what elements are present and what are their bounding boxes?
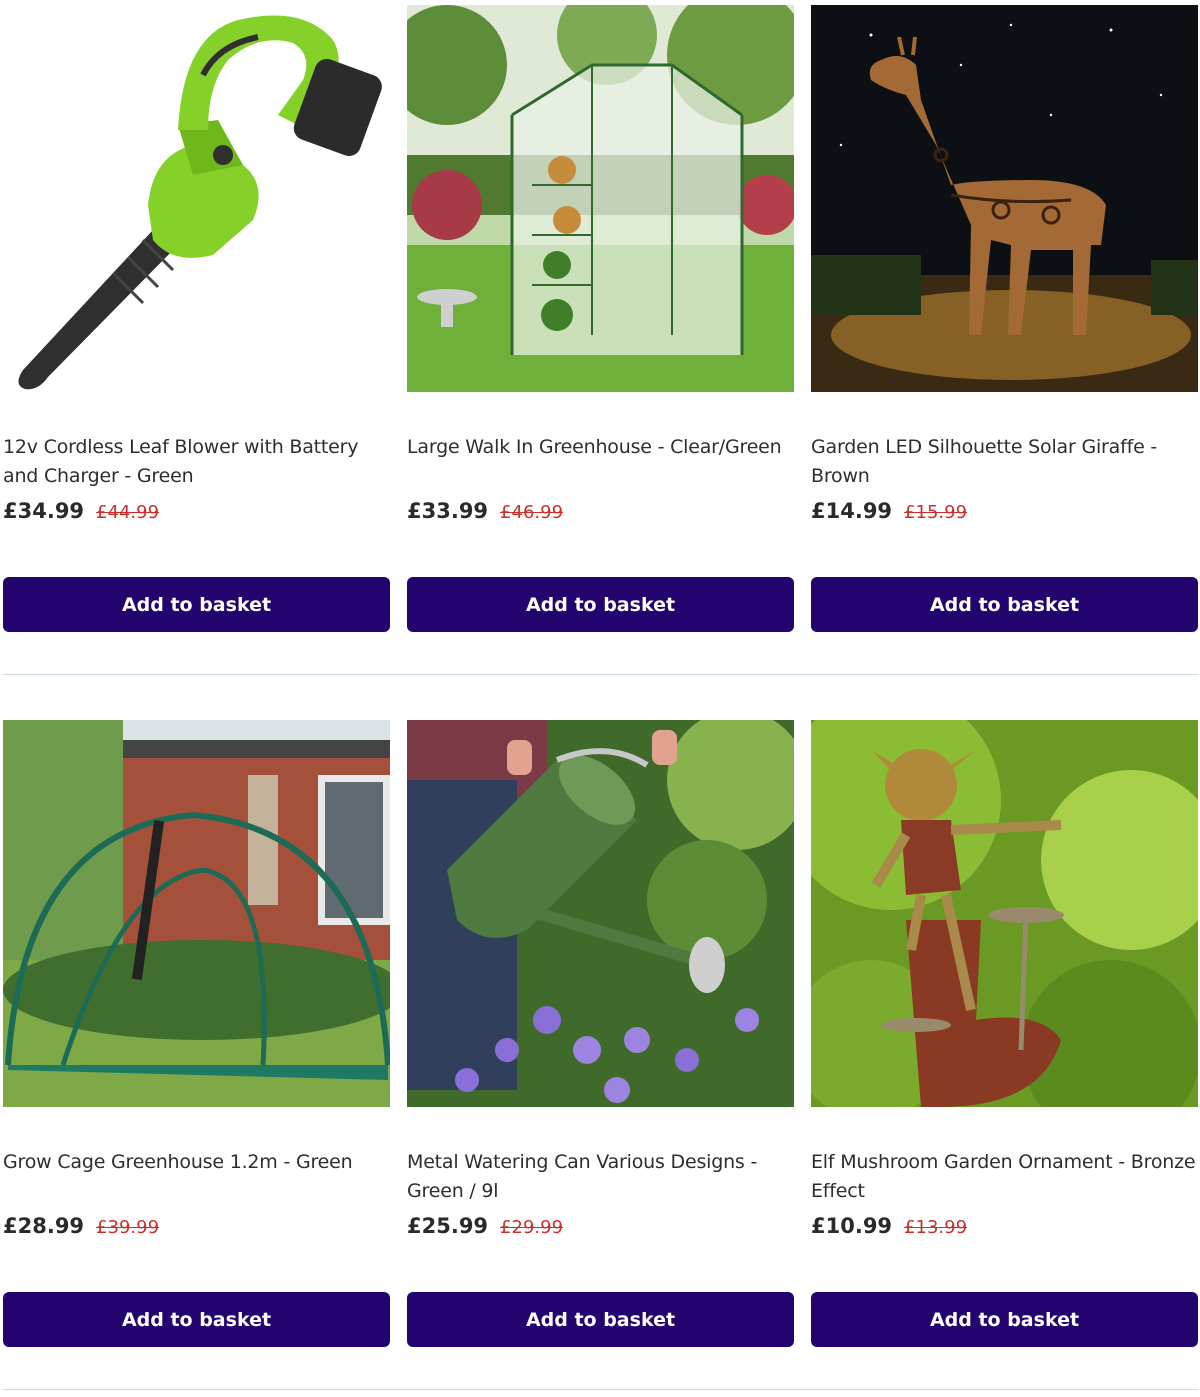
product-image-leaf-blower[interactable] [3, 5, 390, 392]
product-image-watering-can[interactable] [407, 720, 794, 1107]
price-row: £33.99 £46.99 [407, 499, 563, 529]
was-price: £44.99 [96, 502, 160, 523]
product-image-grow-cage[interactable] [3, 720, 390, 1107]
product-card: Metal Watering Can Various Designs - Gre… [407, 720, 794, 1350]
product-title[interactable]: Metal Watering Can Various Designs - Gre… [407, 1148, 794, 1206]
price-row: £10.99 £13.99 [811, 1214, 967, 1244]
current-price: £34.99 [3, 499, 85, 523]
current-price: £14.99 [811, 499, 893, 523]
add-to-basket-button[interactable]: Add to basket [811, 1292, 1198, 1347]
product-card: Grow Cage Greenhouse 1.2m - Green £28.99… [3, 720, 390, 1350]
add-to-basket-button[interactable]: Add to basket [811, 577, 1198, 632]
product-row: 12v Cordless Leaf Blower with Battery an… [3, 5, 1199, 645]
product-card: Elf Mushroom Garden Ornament - Bronze Ef… [811, 720, 1198, 1350]
row-divider [3, 1389, 1199, 1390]
product-image-greenhouse[interactable] [407, 5, 794, 392]
product-title[interactable]: Grow Cage Greenhouse 1.2m - Green [3, 1148, 390, 1177]
current-price: £28.99 [3, 1214, 85, 1238]
price-row: £28.99 £39.99 [3, 1214, 159, 1244]
was-price: £39.99 [96, 1217, 160, 1238]
add-to-basket-button[interactable]: Add to basket [3, 577, 390, 632]
product-image-giraffe[interactable] [811, 5, 1198, 392]
was-price: £13.99 [904, 1217, 968, 1238]
was-price: £29.99 [500, 1217, 564, 1238]
product-row: Grow Cage Greenhouse 1.2m - Green £28.99… [3, 720, 1199, 1360]
product-card: 12v Cordless Leaf Blower with Battery an… [3, 5, 390, 635]
was-price: £46.99 [500, 502, 564, 523]
add-to-basket-button[interactable]: Add to basket [407, 1292, 794, 1347]
add-to-basket-button[interactable]: Add to basket [407, 577, 794, 632]
price-row: £34.99 £44.99 [3, 499, 159, 529]
product-title[interactable]: Large Walk In Greenhouse - Clear/Green [407, 433, 794, 462]
row-divider [3, 674, 1199, 675]
product-image-elf-ornament[interactable] [811, 720, 1198, 1107]
current-price: £33.99 [407, 499, 489, 523]
product-title[interactable]: Elf Mushroom Garden Ornament - Bronze Ef… [811, 1148, 1198, 1206]
was-price: £15.99 [904, 502, 968, 523]
price-row: £14.99 £15.99 [811, 499, 967, 529]
product-grid: 12v Cordless Leaf Blower with Battery an… [0, 0, 1200, 1397]
current-price: £25.99 [407, 1214, 489, 1238]
price-row: £25.99 £29.99 [407, 1214, 563, 1244]
product-card: Large Walk In Greenhouse - Clear/Green £… [407, 5, 794, 635]
add-to-basket-button[interactable]: Add to basket [3, 1292, 390, 1347]
current-price: £10.99 [811, 1214, 893, 1238]
product-title[interactable]: 12v Cordless Leaf Blower with Battery an… [3, 433, 390, 491]
product-title[interactable]: Garden LED Silhouette Solar Giraffe - Br… [811, 433, 1198, 491]
product-card: Garden LED Silhouette Solar Giraffe - Br… [811, 5, 1198, 635]
